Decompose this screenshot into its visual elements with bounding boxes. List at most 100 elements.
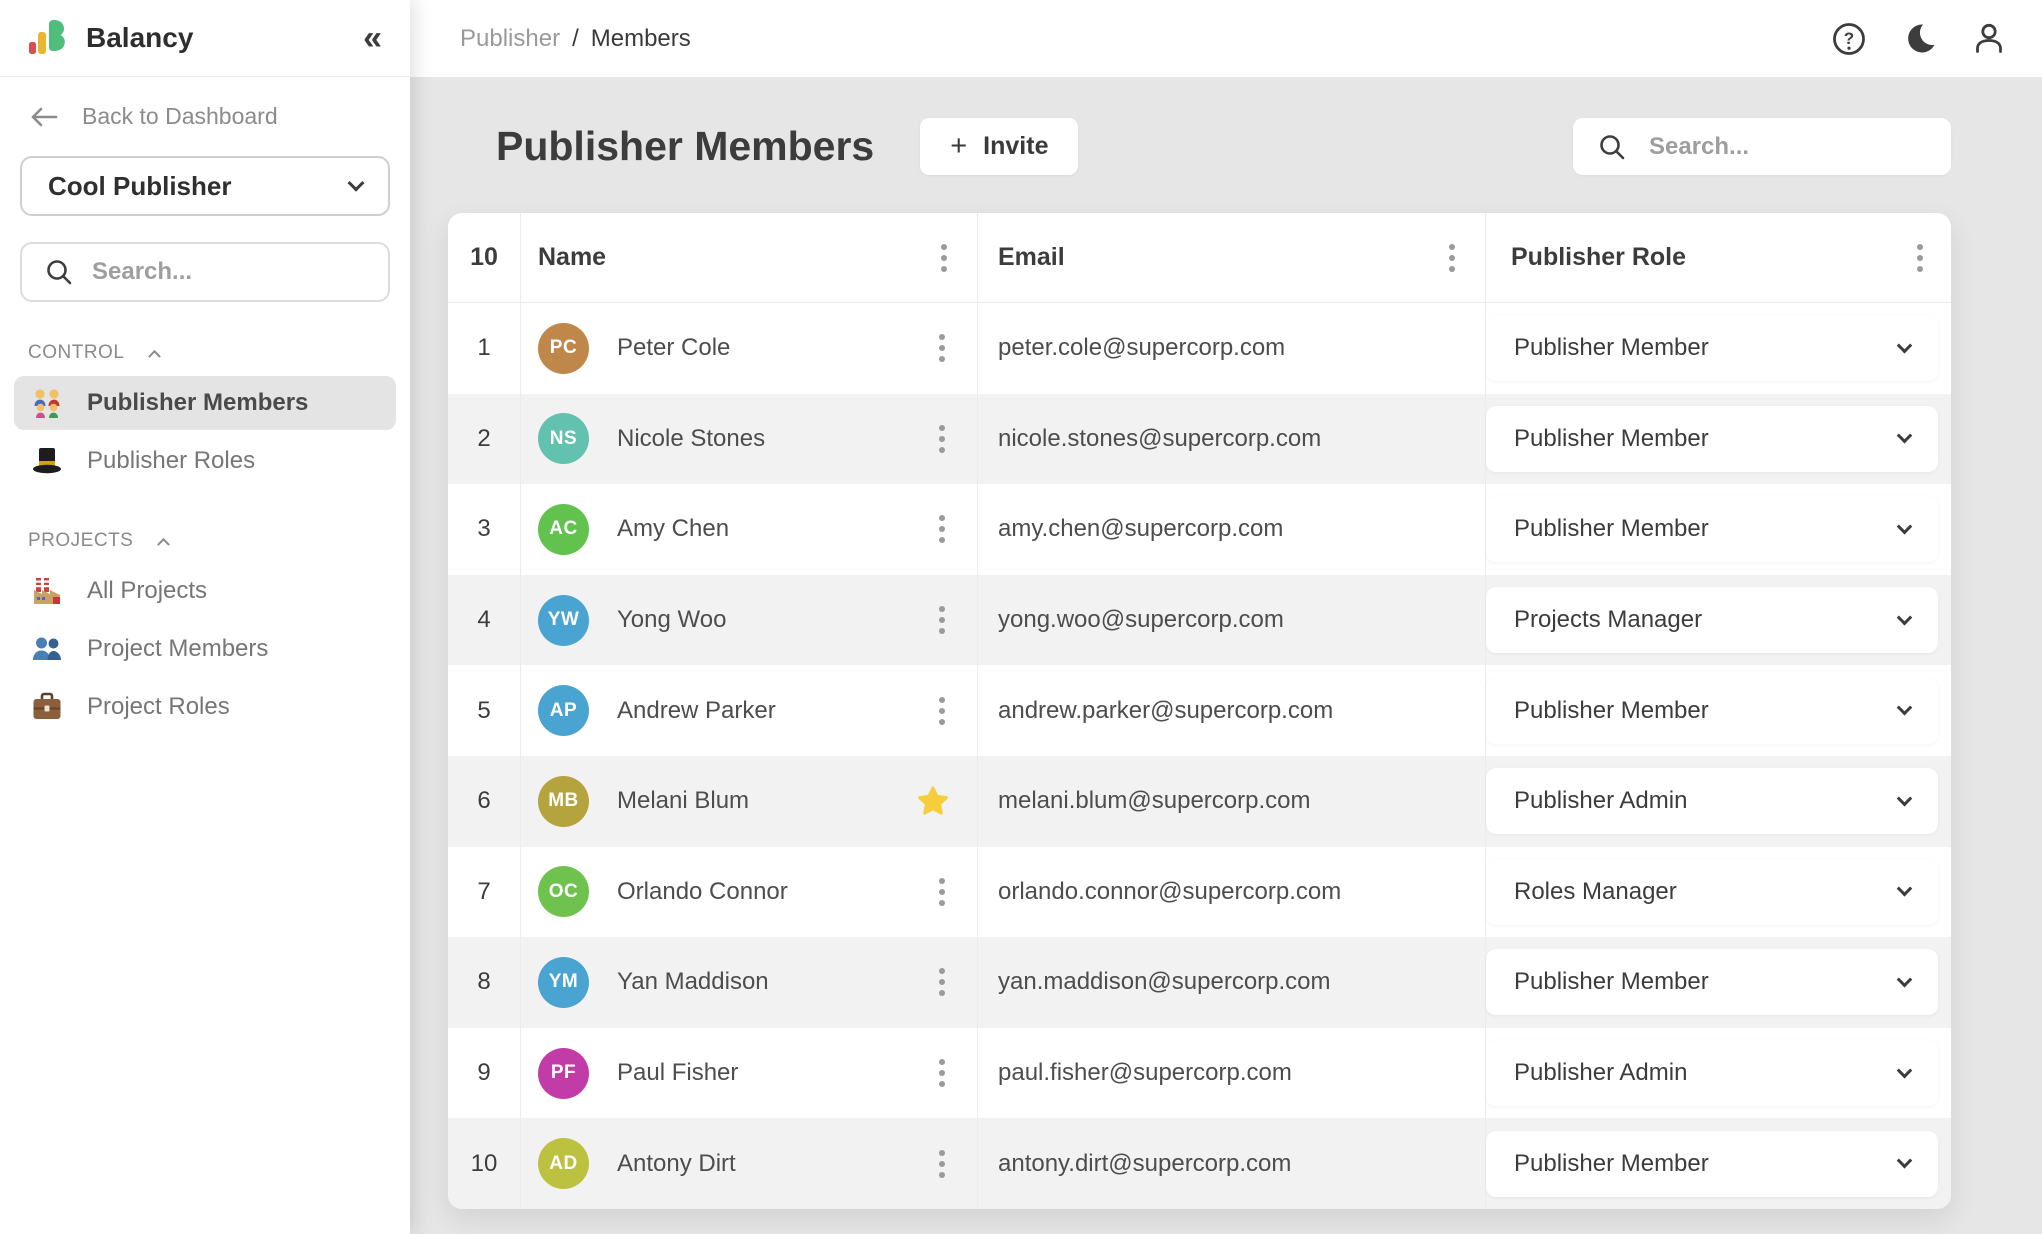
avatar: AP bbox=[538, 685, 589, 736]
member-email: paul.fisher@supercorp.com bbox=[998, 1059, 1292, 1087]
collapse-sidebar-icon[interactable]: « bbox=[363, 21, 382, 55]
breadcrumb-section[interactable]: Publisher bbox=[460, 25, 560, 53]
member-role-value: Publisher Member bbox=[1514, 1150, 1709, 1178]
member-role-select[interactable]: Publisher Member bbox=[1486, 1131, 1938, 1197]
topbar: Publisher / Members ? bbox=[410, 0, 2042, 77]
sidebar-item-publisher-roles[interactable]: Publisher Roles bbox=[14, 434, 396, 488]
avatar: AC bbox=[538, 504, 589, 555]
search-icon bbox=[1597, 132, 1627, 162]
row-menu-icon[interactable] bbox=[935, 602, 949, 638]
invite-button[interactable]: + Invite bbox=[920, 118, 1078, 175]
member-role-select[interactable]: Publisher Admin bbox=[1486, 768, 1938, 834]
sidebar-item-project-members[interactable]: Project Members bbox=[14, 622, 396, 676]
members-search-input[interactable] bbox=[1649, 133, 1927, 161]
avatar-initials: AP bbox=[550, 700, 577, 722]
balancy-logo-icon bbox=[28, 18, 70, 58]
member-role-select[interactable]: Publisher Member bbox=[1486, 496, 1938, 562]
avatar: OC bbox=[538, 866, 589, 917]
table-row: 9 PF Paul Fisher paul.fisher@supercorp.c… bbox=[448, 1028, 1951, 1119]
email-column-menu-icon[interactable] bbox=[1445, 240, 1459, 276]
table-row: 6 MB Melani Blum melani.blum@supercorp.c… bbox=[448, 756, 1951, 847]
member-name: Orlando Connor bbox=[617, 878, 788, 906]
page-head: Publisher Members + Invite bbox=[448, 118, 1951, 175]
dark-mode-moon-icon[interactable] bbox=[1900, 20, 1938, 58]
member-role-select[interactable]: Publisher Member bbox=[1486, 406, 1938, 472]
member-role-value: Publisher Admin bbox=[1514, 1059, 1687, 1087]
publisher-selector[interactable]: Cool Publisher bbox=[20, 156, 390, 216]
chevron-up-icon bbox=[157, 537, 170, 550]
member-name: Andrew Parker bbox=[617, 697, 776, 725]
row-menu-icon[interactable] bbox=[935, 421, 949, 457]
table-row: 2 NS Nicole Stones nicole.stones@superco… bbox=[448, 394, 1951, 485]
member-email: melani.blum@supercorp.com bbox=[998, 787, 1310, 815]
main-content: Publisher Members + Invite 10 Name Email bbox=[410, 77, 2042, 1234]
avatar: YW bbox=[538, 595, 589, 646]
member-role-select[interactable]: Publisher Admin bbox=[1486, 1040, 1938, 1106]
member-email: peter.cole@supercorp.com bbox=[998, 334, 1285, 362]
svg-text:?: ? bbox=[1844, 29, 1854, 48]
section-control-label: CONTROL bbox=[28, 342, 124, 364]
row-index: 4 bbox=[477, 606, 490, 634]
page-title: Publisher Members bbox=[496, 123, 874, 170]
member-email: amy.chen@supercorp.com bbox=[998, 515, 1283, 543]
role-header-cell: Publisher Role bbox=[1485, 213, 1951, 302]
member-name: Peter Cole bbox=[617, 334, 730, 362]
member-role-select[interactable]: Roles Manager bbox=[1486, 859, 1938, 925]
sidebar-item-all-projects[interactable]: All Projects bbox=[14, 564, 396, 618]
section-projects-label: PROJECTS bbox=[28, 530, 133, 552]
sidebar: Balancy « Back to Dashboard Cool Publish… bbox=[0, 0, 410, 1234]
owner-star-icon[interactable] bbox=[917, 785, 949, 817]
chevron-down-icon bbox=[1897, 791, 1913, 807]
member-role-select[interactable]: Publisher Member bbox=[1486, 315, 1938, 381]
profile-icon[interactable] bbox=[1970, 20, 2008, 58]
avatar-initials: PC bbox=[550, 337, 577, 359]
member-role-select[interactable]: Projects Manager bbox=[1486, 587, 1938, 653]
section-control[interactable]: CONTROL bbox=[28, 342, 382, 364]
people-icon bbox=[31, 633, 63, 665]
avatar-initials: MB bbox=[548, 790, 579, 812]
section-projects[interactable]: PROJECTS bbox=[28, 530, 382, 552]
chevron-down-icon bbox=[1897, 1153, 1913, 1169]
row-index: 10 bbox=[471, 1150, 498, 1178]
back-to-dashboard-link[interactable]: Back to Dashboard bbox=[28, 103, 382, 130]
table-row: 7 OC Orlando Connor orlando.connor@super… bbox=[448, 847, 1951, 938]
name-column-menu-icon[interactable] bbox=[937, 240, 951, 276]
avatar: AD bbox=[538, 1138, 589, 1189]
member-email: yong.woo@supercorp.com bbox=[998, 606, 1284, 634]
breadcrumb-page: Members bbox=[591, 25, 691, 53]
briefcase-icon bbox=[31, 691, 63, 723]
row-menu-icon[interactable] bbox=[935, 874, 949, 910]
sidebar-item-publisher-members[interactable]: Publisher Members bbox=[14, 376, 396, 430]
chevron-down-icon bbox=[1897, 700, 1913, 716]
row-menu-icon[interactable] bbox=[935, 693, 949, 729]
search-icon bbox=[44, 257, 74, 287]
chevron-up-icon bbox=[149, 349, 162, 362]
member-role-value: Projects Manager bbox=[1514, 606, 1702, 634]
help-icon[interactable]: ? bbox=[1830, 20, 1868, 58]
avatar-initials: YW bbox=[548, 609, 580, 631]
name-column-header: Name bbox=[538, 243, 606, 272]
member-role-value: Publisher Member bbox=[1514, 425, 1709, 453]
topbar-icons: ? bbox=[1830, 20, 2008, 58]
arrow-left-icon bbox=[28, 105, 60, 129]
row-menu-icon[interactable] bbox=[935, 511, 949, 547]
member-role-select[interactable]: Publisher Member bbox=[1486, 949, 1938, 1015]
sidebar-item-label: Project Members bbox=[87, 635, 268, 663]
sidebar-item-project-roles[interactable]: Project Roles bbox=[14, 680, 396, 734]
sidebar-item-label: Publisher Roles bbox=[87, 447, 255, 475]
role-column-menu-icon[interactable] bbox=[1913, 240, 1927, 276]
sidebar-search-input[interactable] bbox=[92, 258, 366, 286]
chevron-down-icon bbox=[1897, 519, 1913, 535]
row-menu-icon[interactable] bbox=[935, 330, 949, 366]
member-role-select[interactable]: Publisher Member bbox=[1486, 678, 1938, 744]
row-menu-icon[interactable] bbox=[935, 1146, 949, 1182]
count-header-cell: 10 bbox=[448, 243, 520, 272]
chevron-down-icon bbox=[1897, 609, 1913, 625]
member-email: orlando.connor@supercorp.com bbox=[998, 878, 1341, 906]
chevron-down-icon bbox=[348, 175, 365, 192]
table-row: 8 YM Yan Maddison yan.maddison@supercorp… bbox=[448, 937, 1951, 1028]
row-menu-icon[interactable] bbox=[935, 1055, 949, 1091]
members-table: 10 Name Email Publisher Role 1 PC Peter … bbox=[448, 213, 1951, 1209]
row-menu-icon[interactable] bbox=[935, 964, 949, 1000]
member-email: nicole.stones@supercorp.com bbox=[998, 425, 1321, 453]
